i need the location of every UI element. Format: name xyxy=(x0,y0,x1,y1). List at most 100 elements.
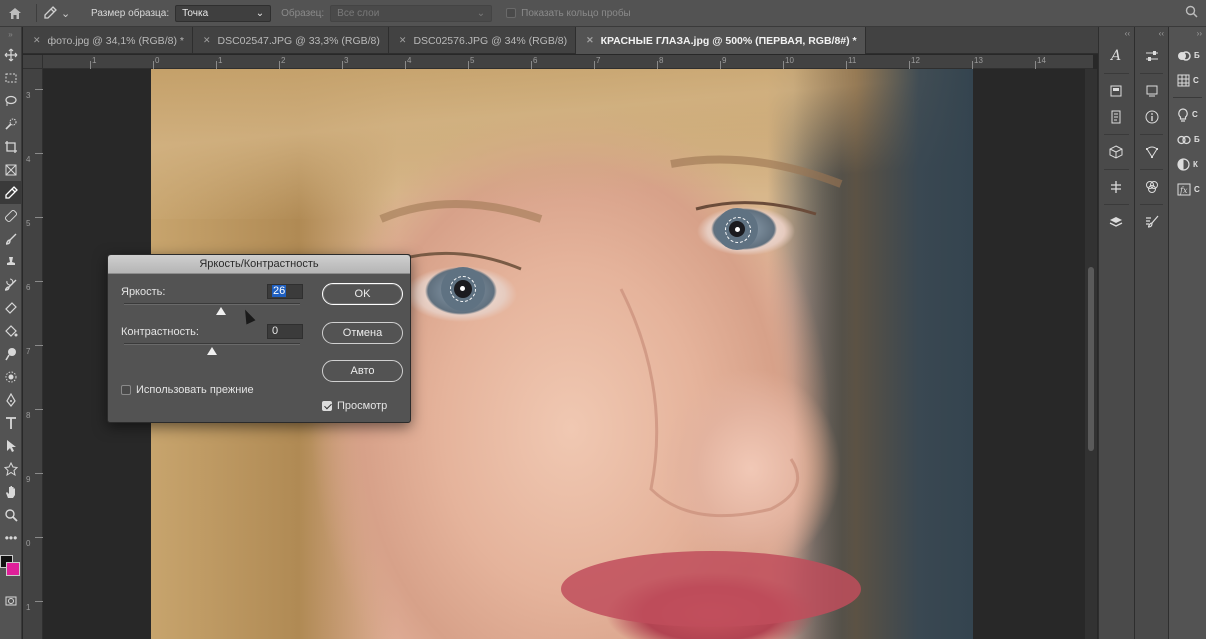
sample-size-select[interactable]: Точка ⌄ xyxy=(175,4,272,22)
3d-icon[interactable] xyxy=(1099,139,1133,165)
scrollbar-thumb[interactable] xyxy=(1088,267,1094,451)
vertical-ruler[interactable]: 3 4 5 6 7 8 9 0 1 xyxy=(23,69,43,639)
tab-dsc02547[interactable]: ✕ DSC02547.JPG @ 33,3% (RGB/8) xyxy=(193,27,389,54)
use-legacy-checkbox[interactable] xyxy=(121,385,131,395)
close-icon[interactable]: ✕ xyxy=(33,35,41,46)
paint-bucket-tool-icon[interactable] xyxy=(0,319,22,342)
ruler-tick xyxy=(35,409,43,410)
ruler-tick xyxy=(657,61,658,69)
blur-tool-icon[interactable] xyxy=(0,365,22,388)
crop-tool-icon[interactable] xyxy=(0,135,22,158)
panel-item-label: С xyxy=(1194,185,1200,194)
options-bar: ⌄ Размер образца: Точка ⌄ Образец: Все с… xyxy=(0,0,1206,27)
brightness-slider-handle[interactable] xyxy=(215,307,226,315)
divider xyxy=(1104,169,1129,170)
eyedropper-tool-icon[interactable] xyxy=(0,181,22,204)
tab-label: DSC02576.JPG @ 34% (RGB/8) xyxy=(413,34,568,47)
background-color-swatch[interactable] xyxy=(6,562,20,576)
ruler-tick xyxy=(909,61,910,69)
dodge-tool-icon[interactable] xyxy=(0,342,22,365)
brightness-slider-track[interactable] xyxy=(124,303,300,305)
search-icon[interactable] xyxy=(1185,5,1198,21)
more-tools-icon[interactable]: ••• xyxy=(0,526,22,549)
measurement-icon[interactable] xyxy=(1099,174,1133,200)
ruler-tick-label: 8 xyxy=(26,411,31,420)
show-ring-label: Показать кольцо пробы xyxy=(521,7,631,19)
preview-checkbox[interactable] xyxy=(322,401,332,411)
contrast-slider-handle[interactable] xyxy=(207,347,217,355)
notes-icon[interactable] xyxy=(1099,104,1133,130)
brush-settings-icon[interactable] xyxy=(1135,209,1169,235)
collapse-icon[interactable]: » xyxy=(0,27,21,43)
layers-icon[interactable] xyxy=(1099,209,1133,235)
tool-preset-picker[interactable]: ⌄ xyxy=(43,6,83,20)
brightness-input[interactable]: 26 xyxy=(267,284,303,299)
horizontal-ruler[interactable]: 1 0 1 2 3 4 5 6 7 8 9 10 11 12 13 14 xyxy=(43,55,1093,69)
dialog-title[interactable]: Яркость/Контрастность xyxy=(108,255,410,274)
shape-tool-icon[interactable] xyxy=(0,457,22,480)
pen-tool-icon[interactable] xyxy=(0,388,22,411)
marquee-tool-icon[interactable] xyxy=(0,66,22,89)
move-tool-icon[interactable] xyxy=(0,43,22,66)
ruler-origin[interactable] xyxy=(23,55,43,69)
cancel-button[interactable]: Отмена xyxy=(322,322,403,344)
collapse-icon[interactable]: ‹‹ xyxy=(1135,27,1168,43)
ruler-tick-label: 11 xyxy=(848,56,857,65)
hand-tool-icon[interactable] xyxy=(0,480,22,503)
quick-selection-tool-icon[interactable] xyxy=(0,112,22,135)
lasso-tool-icon[interactable] xyxy=(0,89,22,112)
collapse-icon[interactable]: ‹‹ xyxy=(1099,27,1134,43)
sample-select[interactable]: Все слои ⌄ xyxy=(330,4,493,22)
clone-stamp-tool-icon[interactable] xyxy=(0,250,22,273)
channels-icon[interactable] xyxy=(1135,174,1169,200)
close-icon[interactable]: ✕ xyxy=(203,35,211,46)
type-tool-icon[interactable] xyxy=(0,411,22,434)
panel-item-libraries[interactable]: Б xyxy=(1169,43,1206,68)
contrast-input[interactable]: 0 xyxy=(267,324,303,339)
ruler-tick xyxy=(1035,61,1036,69)
use-legacy-label: Использовать прежние xyxy=(136,384,254,396)
ruler-tick xyxy=(35,89,43,90)
tab-dsc02576[interactable]: ✕ DSC02576.JPG @ 34% (RGB/8) xyxy=(389,27,577,54)
show-ring-checkbox[interactable] xyxy=(506,8,517,18)
preview-label: Просмотр xyxy=(337,400,388,412)
character-panel-icon[interactable]: A xyxy=(1099,43,1133,69)
info-icon[interactable] xyxy=(1135,104,1169,130)
device-preview-icon[interactable] xyxy=(1135,78,1169,104)
collapse-icon[interactable]: ›› xyxy=(1169,27,1206,43)
tab-label: КРАСНЫЕ ГЛАЗА.jpg @ 500% (ПЕРВАЯ, RGB/8#… xyxy=(600,34,857,47)
brush-tool-icon[interactable] xyxy=(0,227,22,250)
paths-icon[interactable] xyxy=(1135,139,1169,165)
document-tabs: ✕ фото.jpg @ 34,1% (RGB/8) * ✕ DSC02547.JP… xyxy=(23,27,1098,54)
zoom-tool-icon[interactable] xyxy=(0,503,22,526)
navigator-icon[interactable] xyxy=(1099,78,1133,104)
frame-tool-icon[interactable] xyxy=(0,158,22,181)
panel-item-learn[interactable]: С xyxy=(1169,102,1206,127)
tab-foto[interactable]: ✕ фото.jpg @ 34,1% (RGB/8) * xyxy=(23,27,193,54)
history-brush-tool-icon[interactable] xyxy=(0,273,22,296)
panel-item-swatches[interactable]: С xyxy=(1169,68,1206,93)
healing-brush-tool-icon[interactable] xyxy=(0,204,22,227)
ruler-tick-label: 0 xyxy=(155,56,160,65)
auto-button[interactable]: Авто xyxy=(322,360,403,382)
path-selection-tool-icon[interactable] xyxy=(0,434,22,457)
ok-button[interactable]: OK xyxy=(322,283,403,305)
close-icon[interactable]: ✕ xyxy=(586,35,594,46)
panel-item-cc-libraries[interactable]: Б xyxy=(1169,127,1206,152)
ruler-tick xyxy=(531,61,532,69)
ruler-tick-label: 7 xyxy=(596,56,601,65)
ruler-tick-label: 3 xyxy=(26,91,31,100)
properties-icon[interactable] xyxy=(1135,43,1169,69)
tab-red-eyes[interactable]: ✕ КРАСНЫЕ ГЛАЗА.jpg @ 500% (ПЕРВАЯ, RGB/8… xyxy=(576,27,866,54)
close-icon[interactable]: ✕ xyxy=(399,35,407,46)
ruler-tick xyxy=(846,61,847,69)
panel-item-styles[interactable]: fx С xyxy=(1169,177,1206,202)
panel-item-adjustments[interactable]: К xyxy=(1169,152,1206,177)
styles-icon: fx xyxy=(1177,183,1191,196)
canvas-scrollbar[interactable] xyxy=(1085,69,1097,639)
cc-libraries-icon xyxy=(1177,135,1191,144)
home-icon[interactable] xyxy=(0,0,30,27)
contrast-slider-track[interactable] xyxy=(124,343,300,345)
eraser-tool-icon[interactable] xyxy=(0,296,22,319)
quick-mask-icon[interactable] xyxy=(0,589,22,612)
